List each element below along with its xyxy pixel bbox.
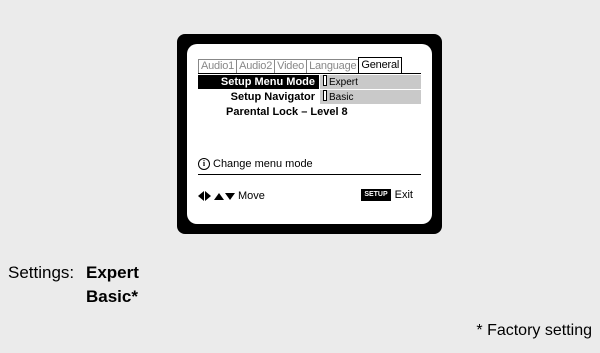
factory-setting-note: * Factory setting xyxy=(476,322,592,339)
settings-label: Settings: xyxy=(8,263,75,282)
tab-video[interactable]: Video xyxy=(274,59,308,73)
option-marker-icon xyxy=(323,75,327,86)
setup-menu-mode-option[interactable]: Expert xyxy=(320,75,421,89)
arrow-left-icon xyxy=(198,191,204,201)
tab-bar: Audio1 Audio2 Video Language General xyxy=(198,57,403,73)
hint-text: Change menu mode xyxy=(213,158,313,170)
tab-audio1[interactable]: Audio1 xyxy=(198,59,238,73)
exit-hint[interactable]: SETUP Exit xyxy=(361,189,413,201)
exit-label: Exit xyxy=(394,189,413,201)
setup-navigator-value: Basic xyxy=(329,92,354,103)
settings-value-basic: Basic* xyxy=(86,287,138,306)
arrow-up-icon xyxy=(214,192,224,200)
setup-menu-mode-label: Setup Menu Mode xyxy=(198,75,319,89)
menu-row-setup-menu-mode[interactable]: Setup Menu Mode Expert xyxy=(198,75,421,89)
arrow-down-icon xyxy=(225,192,235,200)
menu-footer: Move SETUP Exit xyxy=(198,189,421,203)
setup-navigator-label: Setup Navigator xyxy=(230,91,315,103)
page: Audio1 Audio2 Video Language General Set… xyxy=(0,0,600,353)
tab-language[interactable]: Language xyxy=(306,59,360,73)
parental-lock-label: Parental Lock – Level 8 xyxy=(226,106,348,118)
info-icon: i xyxy=(198,158,210,170)
tv-screen-frame: Audio1 Audio2 Video Language General Set… xyxy=(177,34,442,234)
option-marker-icon xyxy=(323,90,327,101)
footer-divider xyxy=(198,174,421,175)
move-arrows: Move xyxy=(198,190,265,202)
menu-row-setup-navigator[interactable]: Setup Navigator Basic xyxy=(198,90,421,104)
tab-audio2[interactable]: Audio2 xyxy=(236,59,276,73)
tab-general[interactable]: General xyxy=(358,57,403,73)
setup-navigator-option[interactable]: Basic xyxy=(320,90,421,104)
arrow-right-icon xyxy=(205,191,211,201)
setup-menu-mode-value: Expert xyxy=(329,77,358,88)
tab-divider xyxy=(198,73,421,74)
menu-row-parental-lock[interactable]: Parental Lock – Level 8 xyxy=(198,105,421,119)
move-label: Move xyxy=(238,190,265,202)
settings-value-expert: Expert xyxy=(86,263,139,282)
hint-line: i Change menu mode xyxy=(198,158,313,170)
setup-key-icon: SETUP xyxy=(361,189,391,201)
setup-menu-screen: Audio1 Audio2 Video Language General Set… xyxy=(187,44,432,224)
